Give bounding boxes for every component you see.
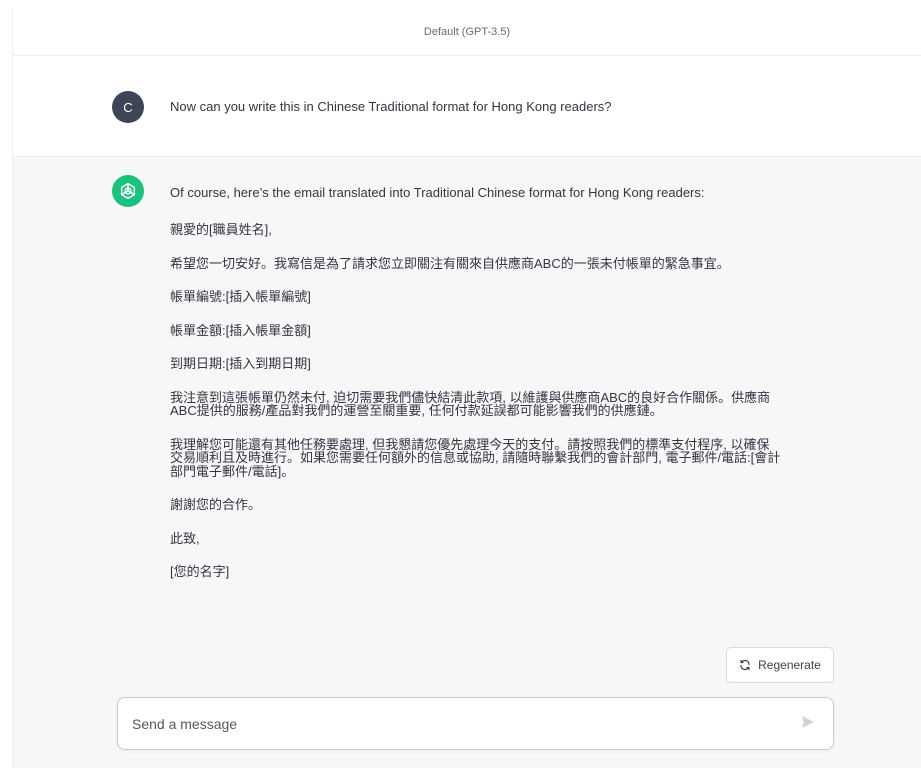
email-greeting: 親愛的[職員姓名], [170, 222, 272, 237]
user-message-row: C Now can you write this in Chinese Trad… [13, 56, 921, 156]
email-closing: 此致, [170, 530, 200, 546]
email-invoice-number: 帳單編號:[插入帳單編號] [170, 289, 311, 304]
email-paragraph: 我注意到這張帳單仍然未付, 迫切需要我們儘快結清此款項, 以維護與供應商ABC的… [170, 389, 771, 418]
email-signature: [您的名字] [170, 564, 230, 579]
user-message-text: Now can you write this in Chinese Tradit… [170, 99, 612, 114]
email-due-date: 到期日期:[插入到期日期] [170, 356, 311, 371]
refresh-icon [739, 659, 751, 671]
assistant-message-row: Of course, here’s the email translated i… [13, 156, 921, 768]
send-button[interactable] [799, 715, 817, 733]
message-composer [117, 697, 834, 750]
email-paragraph: 我理解您可能還有其他任務要處理, 但我懇請您優先處理今天的支付。請按照我們的標準… [170, 436, 781, 479]
email-thanks: 謝謝您的合作。 [170, 497, 262, 512]
send-icon [800, 714, 816, 735]
model-header: Default (GPT-3.5) [13, 8, 921, 56]
model-label: Default (GPT-3.5) [423, 25, 511, 38]
regenerate-button[interactable]: Regenerate [726, 647, 834, 683]
assistant-intro: Of course, here’s the email translated i… [170, 185, 705, 200]
message-input[interactable] [132, 714, 772, 734]
email-invoice-amount: 帳單金額:[插入帳單金額] [170, 322, 311, 338]
user-avatar-initial: C [123, 99, 133, 115]
regenerate-label: Regenerate [758, 658, 821, 672]
chat-window: Default (GPT-3.5) C Now can you write th… [12, 8, 921, 768]
openai-logo-icon [112, 175, 144, 207]
assistant-message-text: Of course, here’s the email translated i… [170, 185, 782, 599]
email-paragraph: 希望您一切安好。我寫信是為了請求您立即關注有關來自供應商ABC的一張未付帳單的緊… [170, 255, 730, 271]
user-avatar: C [112, 91, 144, 123]
